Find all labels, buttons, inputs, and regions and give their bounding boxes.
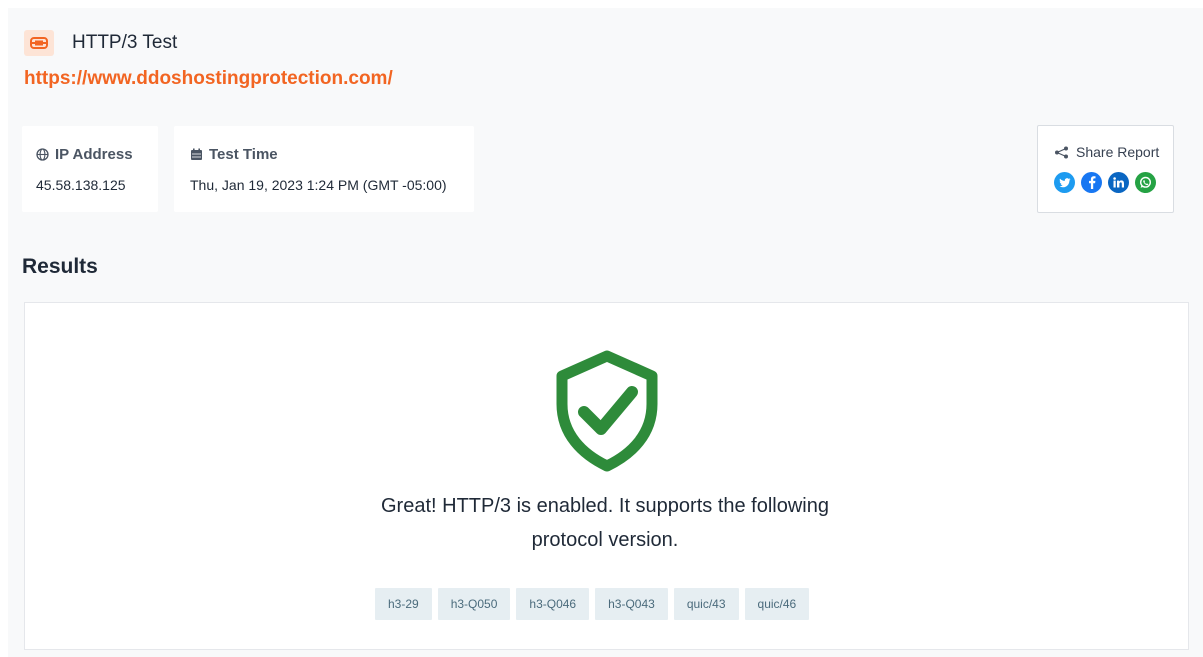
protocol-version-list: h3-29 h3-Q050 h3-Q046 h3-Q043 quic/43 qu… — [375, 588, 815, 620]
result-message-line-2: protocol version. — [531, 529, 679, 551]
tool-header: HTTP/3 Test — [24, 30, 177, 56]
protocol-tag: h3-Q046 — [516, 588, 590, 620]
share-report-card: Share Report — [1037, 125, 1174, 213]
social-share-buttons — [1054, 172, 1173, 193]
ip-address-label-text: IP Address — [55, 146, 133, 163]
share-report-label: Share Report — [1054, 144, 1173, 160]
test-time-label: Test Time — [190, 146, 458, 163]
ip-address-value: 45.58.138.125 — [36, 177, 126, 193]
http-server-icon — [24, 30, 54, 56]
protocol-tag: quic/43 — [673, 588, 739, 620]
test-time-value: Thu, Jan 19, 2023 1:24 PM (GMT -05:00) — [190, 177, 447, 193]
test-time-card: Test Time Thu, Jan 19, 2023 1:24 PM (GMT… — [174, 126, 474, 212]
protocol-tag: h3-Q043 — [595, 588, 668, 620]
ip-address-label: IP Address — [36, 146, 144, 163]
results-heading: Results — [22, 255, 98, 278]
results-panel: Great! HTTP/3 is enabled. It supports th… — [24, 302, 1189, 650]
protocol-tag: quic/46 — [744, 588, 810, 620]
linkedin-icon[interactable] — [1108, 172, 1129, 193]
twitter-icon[interactable] — [1054, 172, 1075, 193]
share-icon — [1055, 146, 1068, 158]
globe-icon — [36, 148, 49, 161]
facebook-icon[interactable] — [1081, 172, 1102, 193]
page: HTTP/3 Test https://www.ddoshostingprote… — [8, 8, 1203, 657]
share-report-label-text: Share Report — [1076, 144, 1160, 160]
shield-check-icon — [556, 350, 658, 472]
ip-address-card: IP Address 45.58.138.125 — [22, 126, 158, 212]
result-message-line-1: Great! HTTP/3 is enabled. It supports th… — [381, 495, 829, 517]
tested-url-link[interactable]: https://www.ddoshostingprotection.com/ — [24, 68, 393, 90]
tool-title: HTTP/3 Test — [72, 32, 178, 53]
result-message: Great! HTTP/3 is enabled. It supports th… — [305, 489, 905, 557]
test-time-label-text: Test Time — [209, 146, 278, 163]
protocol-tag: h3-29 — [375, 588, 432, 620]
whatsapp-icon[interactable] — [1135, 172, 1156, 193]
protocol-tag: h3-Q050 — [437, 588, 511, 620]
calendar-icon — [191, 148, 202, 160]
